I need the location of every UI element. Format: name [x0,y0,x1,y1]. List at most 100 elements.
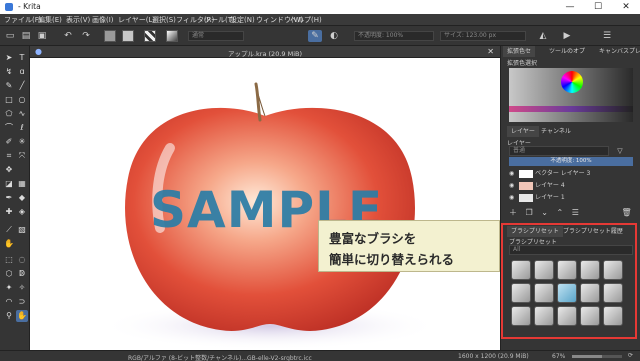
text-tool-icon[interactable]: T [16,52,28,64]
bezier-tool-icon[interactable]: ⌒ [3,122,15,134]
hue-ring[interactable] [561,71,583,93]
layer-thumbnail [519,169,534,178]
calligraphy-tool-icon[interactable]: ɑ [16,66,28,78]
zoom-slider[interactable] [572,355,622,358]
size-slider[interactable]: サイズ: 123.00 px [440,31,526,41]
delete-layer-icon[interactable]: 🗑 [621,208,631,217]
smart-patch-tool-icon[interactable]: ✚ [3,206,15,218]
transform-tool-icon[interactable]: ⤧ [16,150,28,162]
menu-view[interactable]: 表示(V) [66,15,90,25]
zoom-tool-icon[interactable]: ⚲ [3,310,15,322]
add-layer-icon[interactable]: ＋ [509,208,517,217]
brush-presets-highlight [501,223,637,339]
menu-bar: ファイル(F) 編集(E) 表示(V) 画像(I) レイヤー(L) 選択(S) … [0,14,640,26]
document-title: アップル.kra (20.9 MiB) [227,50,303,58]
select-shapes-tool-icon[interactable]: ➤ [3,52,15,64]
move-up-icon[interactable]: ⌃ [557,208,564,217]
mirror-horizontal-icon[interactable]: ◭ [536,30,550,42]
foreground-color-swatch[interactable] [104,30,116,42]
layer-blend-mode-select[interactable]: 普通 [509,146,609,156]
tab-advanced-color[interactable]: 拡張色セ [503,46,536,57]
color-history-strip[interactable] [509,106,633,112]
gradient-tool-icon[interactable]: ▦ [16,178,28,190]
document-tab[interactable]: ● アップル.kra (20.9 MiB) ✕ [30,46,500,58]
title-bar: - Krita — ☐ ✕ [0,0,640,14]
fill-tool-icon[interactable]: ◆ [16,192,28,204]
polygon-tool-icon[interactable]: ⬠ [3,108,15,120]
minimize-button[interactable]: — [556,0,584,14]
layer-row-1[interactable]: ◉ レイヤー 1 [509,193,637,203]
bezier-select-tool-icon[interactable]: ◠ [3,296,15,308]
menu-edit[interactable]: 編集(E) [38,15,62,25]
magnetic-select-tool-icon[interactable]: ⊃ [16,296,28,308]
crop-tool-icon[interactable]: ⌗ [3,150,15,162]
document-close-icon[interactable]: ✕ [487,47,494,56]
freehand-select-tool-icon[interactable]: ↁ [16,268,28,280]
contiguous-select-tool-icon[interactable]: ✦ [3,282,15,294]
reference-tool-icon[interactable]: ▧ [16,224,28,236]
menu-help[interactable]: ヘルプ(H) [290,15,322,25]
line-tool-icon[interactable]: ╱ [16,80,28,92]
layer-properties-icon[interactable]: ☰ [572,208,579,217]
visibility-eye-icon[interactable]: ◉ [509,170,514,177]
tab-channels[interactable]: チャンネル [537,126,575,137]
toolbox: ➤ T ↯ ɑ ✎ ╱ □ ○ ⬠ ∿ ⌒ ℓ ✐ ✳ ⌗ ⤧ ✥ ▦ ◪ ✒ … [0,46,30,350]
assistant-tool-icon[interactable]: ◪ [3,178,15,190]
polygon-select-tool-icon[interactable]: ⬡ [3,268,15,280]
visibility-eye-icon[interactable]: ◉ [509,182,514,189]
blend-mode-select[interactable]: 通常 [188,31,244,41]
open-folder-icon[interactable]: ▤ [20,30,32,42]
ellipse-select-tool-icon[interactable]: ◌ [16,254,28,266]
tab-tool-options[interactable]: ツールのオプ [545,46,589,57]
rectangle-tool-icon[interactable]: □ [3,94,15,106]
opacity-slider[interactable]: 不透明度: 100% [354,31,434,41]
save-icon[interactable]: ▣ [36,30,48,42]
close-button[interactable]: ✕ [612,0,640,14]
ellipse-tool-icon[interactable]: ○ [16,94,28,106]
menu-file[interactable]: ファイル(F) [4,15,42,25]
move-down-icon[interactable]: ⌄ [541,208,548,217]
redo-icon[interactable]: ↷ [80,30,92,42]
workspace-icon[interactable]: ☰ [600,30,614,42]
filter-icon[interactable]: ▽ [615,145,625,157]
color-picker-tool-icon[interactable]: ✒ [3,192,15,204]
move-tool-icon[interactable]: ✥ [3,164,15,176]
freehand-path-tool-icon[interactable]: ℓ [16,122,28,134]
undo-icon[interactable]: ↶ [62,30,74,42]
menu-settings[interactable]: 設定(N) [230,15,255,25]
layer-row-vector-3[interactable]: ◉ ベクター レイヤー 3 [509,169,637,179]
edit-shapes-tool-icon[interactable]: ↯ [3,66,15,78]
duplicate-layer-icon[interactable]: ❐ [526,208,533,217]
brush-mode-icon[interactable]: ✎ [308,30,322,42]
menu-image[interactable]: 画像(I) [92,15,114,25]
menu-layer[interactable]: レイヤー(L) [118,15,155,25]
layer-thumbnail [519,181,534,190]
background-color-swatch[interactable] [122,30,134,42]
rect-select-tool-icon[interactable]: ⬚ [3,254,15,266]
pan-tool-icon[interactable]: ✋ [3,238,15,250]
similar-select-tool-icon[interactable]: ✧ [16,282,28,294]
colorize-mask-tool-icon[interactable]: ◈ [16,206,28,218]
freehand-brush-tool-icon[interactable]: ✎ [3,80,15,92]
visibility-eye-icon[interactable]: ◉ [509,194,514,201]
gradient-swatch[interactable] [166,30,178,42]
menu-select[interactable]: 選択(S) [152,15,176,25]
maximize-button[interactable]: ☐ [584,0,612,14]
callout-box: 豊富なブラシを 簡単に切り替えられる [318,220,500,272]
tab-canvas-preview[interactable]: キャンバスプレビ [595,46,640,57]
hand-tool-icon[interactable]: ✋ [16,310,28,322]
pattern-swatch[interactable] [144,30,156,42]
measure-tool-icon[interactable]: ⟋ [3,224,15,236]
dynamic-brush-tool-icon[interactable]: ✐ [3,136,15,148]
tab-layers[interactable]: レイヤー [507,126,539,137]
rotate-icon[interactable]: ⟳ [628,352,633,359]
multibrush-tool-icon[interactable]: ✳ [16,136,28,148]
polyline-tool-icon[interactable]: ∿ [16,108,28,120]
layer-name: ベクター レイヤー 3 [535,170,591,177]
layer-opacity-slider[interactable]: 不透明度: 100% [509,157,633,166]
mirror-vertical-icon[interactable]: ▶ [560,30,574,42]
color-selector[interactable] [509,68,633,122]
layer-row-4[interactable]: ◉ レイヤー 4 [509,181,637,191]
eraser-mode-icon[interactable]: ◐ [328,30,340,42]
new-document-icon[interactable]: ▭ [4,30,16,42]
